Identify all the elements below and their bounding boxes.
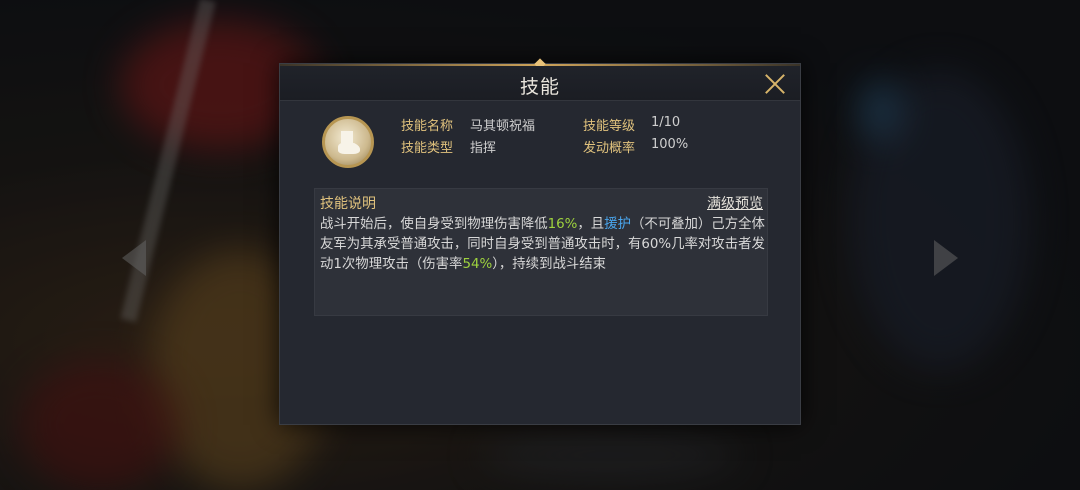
description-panel: 技能说明 满级预览 战斗开始后，使自身受到物理伤害降低16%，且援护（不可叠加）… — [314, 188, 768, 316]
dialog-header: 技能 — [280, 66, 800, 101]
trigger-chance-value: 100% — [651, 137, 689, 152]
close-icon[interactable] — [764, 73, 786, 95]
skill-name-value: 马其顿祝福 — [470, 119, 536, 134]
skill-level-value: 1/10 — [651, 115, 681, 130]
skill-description-text: 战斗开始后，使自身受到物理伤害降低16%，且援护（不可叠加）己方全体友军为其承受… — [320, 217, 765, 272]
trigger-chance-label: 发动概率 — [583, 141, 636, 156]
skill-level-label: 技能等级 — [583, 119, 636, 134]
max-level-preview-link[interactable]: 满级预览 — [707, 193, 763, 213]
keyword-guard: 援护 — [604, 217, 631, 232]
damage-reduction-value: 16% — [547, 217, 578, 232]
skill-type-label: 技能类型 — [401, 141, 454, 156]
skill-emblem-icon — [322, 116, 374, 168]
skill-dialog: 技能 技能名称 马其顿祝福 技能等级 1/10 技能类型 指挥 发动概率 100… — [279, 58, 801, 425]
skill-name-label: 技能名称 — [401, 119, 454, 134]
damage-rate-value: 54% — [462, 257, 493, 272]
description-label: 技能说明 — [320, 196, 376, 212]
skill-type-value: 指挥 — [470, 141, 497, 156]
dialog-title: 技能 — [519, 76, 560, 98]
